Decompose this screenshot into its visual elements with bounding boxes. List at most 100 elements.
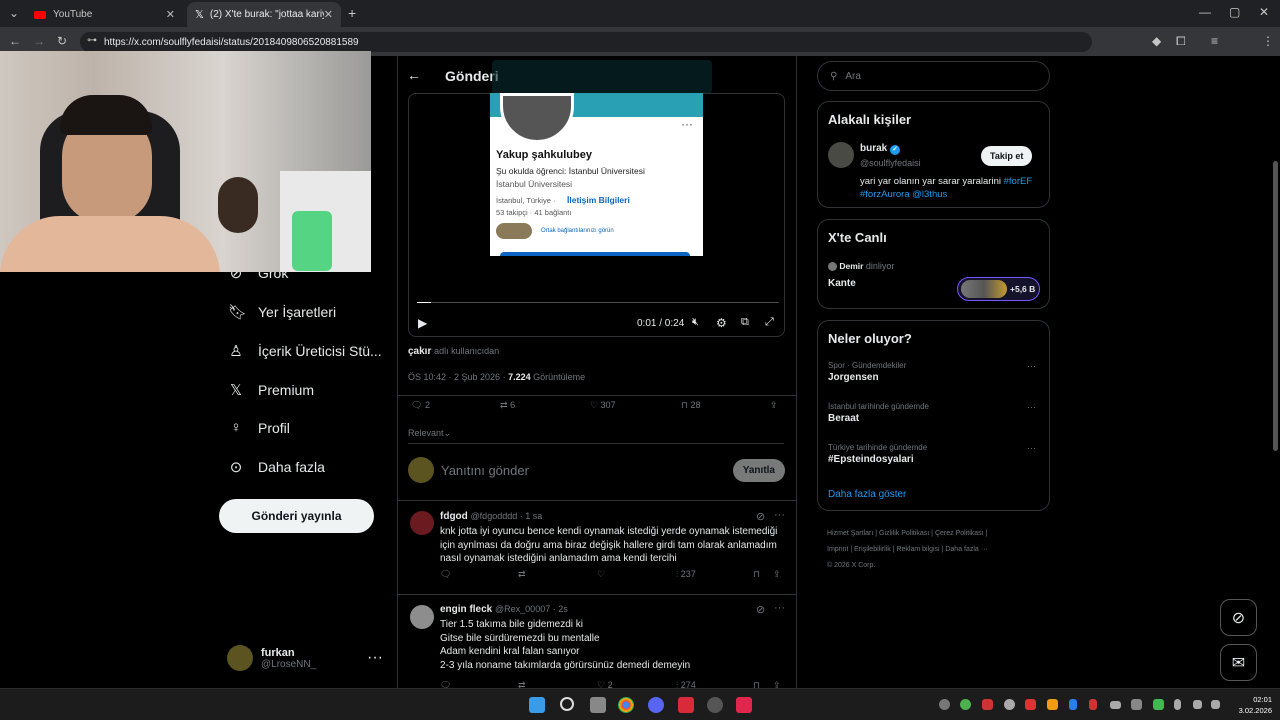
picture-in-picture-icon[interactable]: ⧉ xyxy=(741,316,749,329)
tray-icon[interactable] xyxy=(939,699,950,710)
mute-icon[interactable]: 🔇︎ xyxy=(692,316,699,329)
forward-icon[interactable]: → xyxy=(33,35,45,47)
like-action[interactable]: ♡ 307 xyxy=(590,400,616,411)
tray-icon[interactable] xyxy=(960,699,971,710)
more-dots-icon[interactable]: ··· xyxy=(1027,361,1036,371)
search-input[interactable]: ⚲ Ara xyxy=(817,61,1050,91)
bookmark-icon[interactable]: ⊓ xyxy=(753,569,760,580)
tab-x-post[interactable]: 𝕏 (2) X'te burak: "jottaa kariyer y… ✕ xyxy=(187,2,341,27)
bio-links[interactable]: #forzAurora @l3thus xyxy=(860,189,947,200)
footer-link[interactable]: Imprint xyxy=(827,546,848,553)
clock[interactable]: 02:01 3.02.2026 xyxy=(1226,694,1272,716)
scrollbar[interactable] xyxy=(1270,56,1280,688)
show-more-link[interactable]: Daha fazla göster xyxy=(828,489,906,500)
avatar[interactable] xyxy=(410,511,434,535)
bio-hashtag[interactable]: #forEF xyxy=(1004,176,1033,187)
nav-premium[interactable]: 𝕏 Premium xyxy=(228,381,314,399)
grok-icon[interactable]: ⊘ xyxy=(756,603,765,616)
tab-youtube[interactable]: YouTube ✕ xyxy=(26,2,183,27)
post-button[interactable]: Gönderi yayınla xyxy=(219,499,374,533)
footer-link[interactable]: Gizlilik Politikası xyxy=(879,530,929,537)
reply-tweet[interactable]: engin fleck @Rex_00007 · 2s ⊘ ··· Tier 1… xyxy=(398,594,796,689)
messages-float-button[interactable]: ✉ xyxy=(1220,644,1257,681)
share-icon[interactable]: ⇪ xyxy=(770,400,778,411)
address-bar[interactable]: ⊶ https://x.com/soulflyfedaisi/status/20… xyxy=(80,32,1092,52)
reply-author[interactable]: engin fleck xyxy=(440,604,492,615)
tray-icon[interactable] xyxy=(1110,701,1121,709)
reply-icon[interactable]: 🗨︎ xyxy=(440,569,451,580)
search-icon[interactable] xyxy=(560,697,574,711)
sort-dropdown[interactable]: Relevant⌄ xyxy=(408,428,451,439)
cloud-icon[interactable] xyxy=(1047,699,1058,710)
tray-icon[interactable] xyxy=(982,699,993,710)
footer-link[interactable]: Erişilebilirlik xyxy=(854,546,891,553)
avatar[interactable] xyxy=(828,142,854,168)
chrome-icon[interactable] xyxy=(618,697,634,713)
play-icon[interactable]: ▶ xyxy=(418,316,427,330)
windows-start-icon[interactable] xyxy=(529,697,545,713)
related-name[interactable]: burak ✓ xyxy=(860,143,901,155)
site-info-icon[interactable]: ⊶ xyxy=(87,36,97,46)
avatar[interactable] xyxy=(410,605,434,629)
nav-bookmarks[interactable]: 🔖︎ Yer İşaretleri xyxy=(228,303,336,321)
microphone-icon[interactable] xyxy=(1174,699,1181,710)
nav-creator-studio[interactable]: ♙ İçerik Üreticisi Stü... xyxy=(228,342,381,360)
source-attribution[interactable]: çakır adlı kullanıcıdan xyxy=(408,346,499,357)
new-tab-icon[interactable]: + xyxy=(348,6,356,20)
close-icon[interactable]: ✕ xyxy=(324,8,333,21)
tray-icon[interactable] xyxy=(1153,699,1164,710)
reading-list-icon[interactable]: ≡ xyxy=(1211,35,1218,47)
reload-icon[interactable]: ↻ xyxy=(57,35,67,47)
repost-action[interactable]: ⇄ 6 xyxy=(500,400,515,411)
extension-icon[interactable]: ◆ xyxy=(1152,35,1161,47)
app-icon[interactable] xyxy=(707,697,723,713)
menu-icon[interactable]: ⋮ xyxy=(1262,35,1274,47)
more-dots-icon[interactable]: ··· xyxy=(1027,443,1036,453)
follow-button[interactable]: Takip et xyxy=(981,146,1033,166)
window-close-icon[interactable]: ✕ xyxy=(1259,6,1269,18)
live-host[interactable]: Demir dinliyor xyxy=(828,261,894,272)
grok-icon[interactable]: ⊘ xyxy=(756,510,765,523)
tray-icon[interactable] xyxy=(1131,699,1142,710)
reply-action[interactable]: 🗨︎ 2 xyxy=(411,400,430,411)
more-dots-icon[interactable]: ··· xyxy=(367,649,383,667)
views-action[interactable]: ⫶ 237 xyxy=(676,569,696,580)
trend-item[interactable]: Spor · Gündemdekiler Jorgensen ··· xyxy=(828,361,1039,383)
nav-more[interactable]: ⊙ Daha fazla xyxy=(228,458,325,476)
back-icon[interactable]: ← xyxy=(9,35,21,47)
trend-item[interactable]: Türkiye tarihinde gündemde #Epsteindosya… xyxy=(828,443,1039,465)
account-switcher[interactable]: furkan @LroseNN_ ··· xyxy=(227,645,383,671)
grok-float-button[interactable]: ⊘ xyxy=(1220,599,1257,636)
tray-icon[interactable] xyxy=(1025,699,1036,710)
tray-icon[interactable] xyxy=(1004,699,1015,710)
reply-author[interactable]: fdgod xyxy=(440,511,468,522)
bluetooth-icon[interactable] xyxy=(1069,699,1077,710)
footer-link[interactable]: Daha fazla ··· xyxy=(945,546,987,553)
network-icon[interactable] xyxy=(1193,700,1202,709)
fullscreen-icon[interactable]: ⤢ xyxy=(765,316,774,329)
discord-icon[interactable] xyxy=(648,697,664,713)
live-listeners[interactable]: +5,6 B xyxy=(957,277,1040,301)
back-arrow-icon[interactable]: ← xyxy=(407,67,421,83)
task-view-icon[interactable] xyxy=(590,697,606,713)
share-icon[interactable]: ⇪ xyxy=(773,569,781,580)
nav-profile[interactable]: ♀︎ Profil xyxy=(228,419,290,436)
reply-button[interactable]: Yanıtla xyxy=(732,458,785,482)
reply-input[interactable]: Yanıtını gönder xyxy=(441,463,529,478)
app-icon[interactable] xyxy=(736,697,752,713)
footer-link[interactable]: Reklam bilgisi xyxy=(896,546,939,553)
tray-icon[interactable] xyxy=(1089,699,1097,710)
footer-link[interactable]: Çerez Politikası xyxy=(935,530,984,537)
scrollbar-thumb[interactable] xyxy=(1273,161,1278,451)
trend-item[interactable]: İstanbul tarihinde gündemde Beraat ··· xyxy=(828,402,1039,424)
more-dots-icon[interactable]: ··· xyxy=(1027,402,1036,412)
source-user[interactable]: çakır xyxy=(408,346,431,357)
bookmark-action[interactable]: ⊓ 28 xyxy=(681,400,701,411)
tab-search-icon[interactable]: ⌄ xyxy=(9,7,19,19)
minimize-icon[interactable]: — xyxy=(1199,6,1211,18)
heart-icon[interactable]: ♡ xyxy=(597,569,605,580)
footer-link[interactable]: Hizmet Şartları xyxy=(827,530,873,537)
live-topic[interactable]: Kante xyxy=(828,278,856,289)
repost-icon[interactable]: ⇄ xyxy=(518,569,526,580)
more-dots-icon[interactable]: ··· xyxy=(774,602,785,614)
